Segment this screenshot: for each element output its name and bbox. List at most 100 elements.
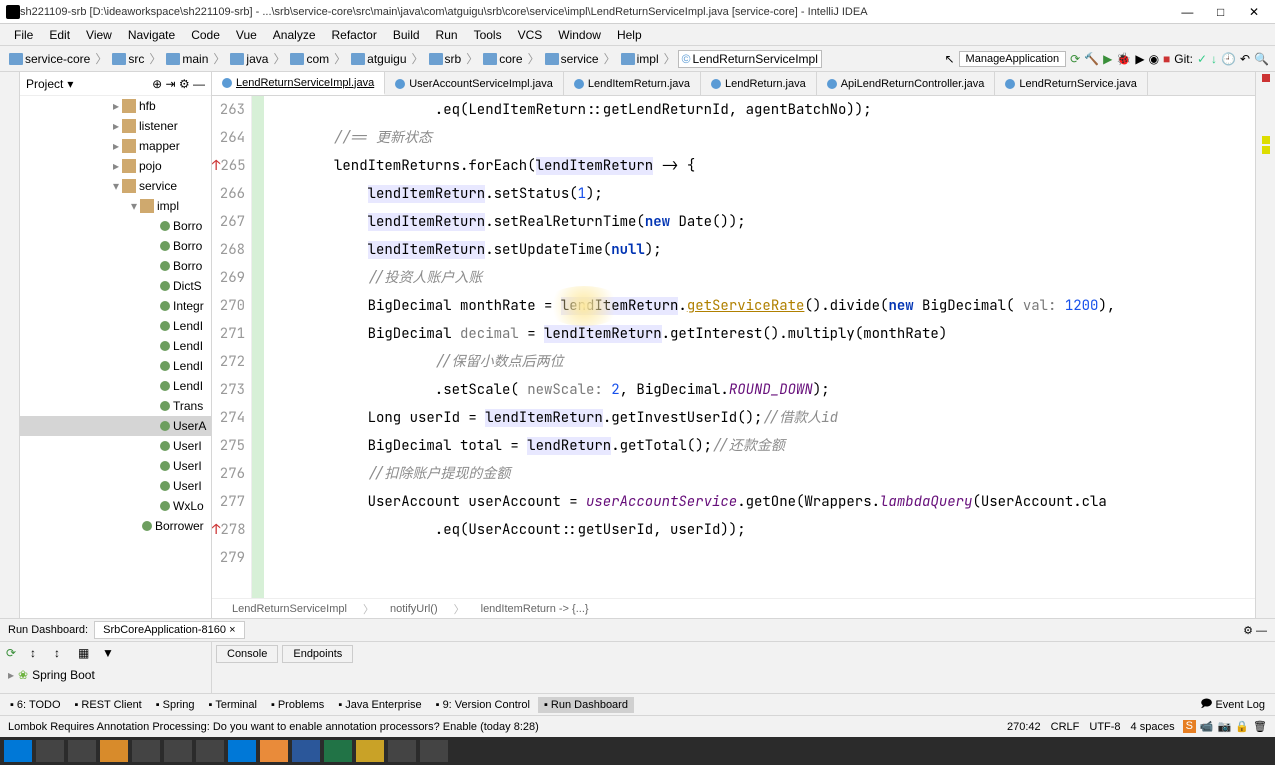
editor-tab[interactable]: LendReturnServiceImpl.java xyxy=(212,72,385,95)
rerun-icon[interactable]: ⟳ xyxy=(6,646,22,662)
tree-up-icon[interactable]: ↕ xyxy=(30,646,46,662)
tool-window-button[interactable]: ▪Spring xyxy=(150,697,201,713)
menu-tools[interactable]: Tools xyxy=(466,26,510,44)
breadcrumb-item[interactable]: impl xyxy=(618,51,662,67)
vcs-commit-icon[interactable]: ↓ xyxy=(1211,52,1217,66)
tree-class[interactable]: Borrower xyxy=(20,516,211,536)
gutter[interactable]: 263264↑265266267268269270271272273274275… xyxy=(212,96,252,598)
breadcrumb-item[interactable]: core xyxy=(480,51,525,67)
structure-breadcrumb[interactable]: notifyUrl() xyxy=(390,603,438,615)
tree-folder[interactable]: ▸mapper xyxy=(20,136,211,156)
hide-icon[interactable]: — xyxy=(193,77,205,91)
tool-window-button[interactable]: ▪Terminal xyxy=(202,697,262,713)
taskbar-app[interactable] xyxy=(420,740,448,762)
gear-icon[interactable]: ⚙ xyxy=(179,77,190,91)
run-config-selector[interactable]: ManageApplication xyxy=(959,51,1067,67)
maximize-button[interactable]: □ xyxy=(1206,5,1236,19)
editor-breadcrumb[interactable]: LendReturnServiceImpl〉notifyUrl()〉lendIt… xyxy=(212,598,1255,618)
profile-icon[interactable]: ◉ xyxy=(1149,52,1159,66)
tool-window-button[interactable]: ▪9: Version Control xyxy=(430,697,536,713)
structure-breadcrumb[interactable]: lendItemReturn -> {...} xyxy=(481,603,589,615)
nav-back-icon[interactable]: ↖ xyxy=(944,52,954,66)
taskbar-app[interactable] xyxy=(388,740,416,762)
status-indicator[interactable]: UTF-8 xyxy=(1089,721,1120,733)
vcs-history-icon[interactable]: 🕘 xyxy=(1221,52,1236,66)
tree-folder[interactable]: ▸hfb xyxy=(20,96,211,116)
menu-vcs[interactable]: VCS xyxy=(510,26,551,44)
coverage-icon[interactable]: ▶ xyxy=(1135,52,1144,66)
stop-icon[interactable]: ■ xyxy=(1163,52,1170,66)
tree-folder[interactable]: ▾service xyxy=(20,176,211,196)
editor-tab[interactable]: LendReturnService.java xyxy=(995,72,1147,95)
dashboard-tab-console[interactable]: Console xyxy=(216,645,278,663)
breadcrumb-item[interactable]: ©LendReturnServiceImpl xyxy=(678,50,822,68)
tree-class[interactable]: Borro xyxy=(20,236,211,256)
tree-class[interactable]: UserA xyxy=(20,416,211,436)
tree-class[interactable]: WxLo xyxy=(20,496,211,516)
tree-class[interactable]: LendI xyxy=(20,316,211,336)
search-button[interactable] xyxy=(36,740,64,762)
tool-window-button[interactable]: ▪Problems xyxy=(265,697,330,713)
project-header[interactable]: Project ▾ ⊕ ⇥ ⚙ — xyxy=(20,72,211,96)
editor-tab[interactable]: UserAccountServiceImpl.java xyxy=(385,72,564,95)
vcs-revert-icon[interactable]: ↶ xyxy=(1240,52,1250,66)
status-message[interactable]: Lombok Requires Annotation Processing: D… xyxy=(8,721,539,733)
left-tool-strip[interactable] xyxy=(0,72,20,618)
chevron-down-icon[interactable]: ▾ xyxy=(67,77,73,91)
run-icon[interactable]: ▶ xyxy=(1103,52,1112,66)
tree-folder[interactable]: ▾impl xyxy=(20,196,211,216)
tool-window-button[interactable]: ▪6: TODO xyxy=(4,697,67,713)
close-button[interactable]: ✕ xyxy=(1239,5,1269,19)
breadcrumb-item[interactable]: com xyxy=(287,51,332,67)
search-icon[interactable]: 🔍 xyxy=(1254,52,1269,66)
hide-icon[interactable]: — xyxy=(1256,625,1267,637)
taskbar-app[interactable] xyxy=(356,740,384,762)
tree-class[interactable]: Trans xyxy=(20,396,211,416)
tree-class[interactable]: UserI xyxy=(20,476,211,496)
breadcrumb-item[interactable]: java xyxy=(227,51,271,67)
code-content[interactable]: .eq(LendItemReturn::getLendReturnId, age… xyxy=(264,96,1255,598)
menu-help[interactable]: Help xyxy=(609,26,650,44)
target-icon[interactable]: ⊕ xyxy=(152,77,162,91)
tree-folder[interactable]: ▸pojo xyxy=(20,156,211,176)
tree-class[interactable]: Integr xyxy=(20,296,211,316)
breadcrumb-item[interactable]: srb xyxy=(426,51,465,67)
breadcrumb-item[interactable]: service xyxy=(542,51,602,67)
breadcrumb-item[interactable]: service-core xyxy=(6,51,93,67)
collapse-icon[interactable]: ⇥ xyxy=(165,77,175,91)
taskbar-app[interactable] xyxy=(164,740,192,762)
cam-icon[interactable]: 📷 xyxy=(1218,720,1232,733)
vcs-update-icon[interactable]: ✓ xyxy=(1197,52,1207,66)
lock-icon[interactable]: 🔒 xyxy=(1235,720,1249,733)
tree-class[interactable]: Borro xyxy=(20,256,211,276)
breadcrumb-item[interactable]: atguigu xyxy=(348,51,409,67)
grid-icon[interactable]: ▦ xyxy=(78,646,94,662)
breadcrumb-item[interactable]: main xyxy=(163,51,211,67)
tree-class[interactable]: LendI xyxy=(20,336,211,356)
taskbar-app[interactable] xyxy=(292,740,320,762)
tool-window-button[interactable]: ▪Java Enterprise xyxy=(332,697,427,713)
taskbar-app[interactable] xyxy=(324,740,352,762)
menu-vue[interactable]: Vue xyxy=(228,26,265,44)
tree-class[interactable]: LendI xyxy=(20,356,211,376)
tree-class[interactable]: LendI xyxy=(20,376,211,396)
filter-icon[interactable]: ▼ xyxy=(102,646,118,662)
taskbar-app[interactable] xyxy=(100,740,128,762)
menu-window[interactable]: Window xyxy=(550,26,609,44)
menu-view[interactable]: View xyxy=(78,26,120,44)
breadcrumb-item[interactable]: src xyxy=(109,51,147,67)
tree-down-icon[interactable]: ↕ xyxy=(54,646,70,662)
structure-breadcrumb[interactable]: LendReturnServiceImpl xyxy=(232,603,347,615)
menu-file[interactable]: File xyxy=(6,26,41,44)
start-button[interactable] xyxy=(4,740,32,762)
run-config-node[interactable]: ▸ ❀ Spring Boot xyxy=(0,666,211,684)
status-indicator[interactable]: 270:42 xyxy=(1007,721,1041,733)
record-icon[interactable]: 📹 xyxy=(1200,720,1214,733)
menu-run[interactable]: Run xyxy=(428,26,466,44)
tool-window-button[interactable]: ▪REST Client xyxy=(69,697,148,713)
trash-icon[interactable]: 🗑 xyxy=(1253,720,1267,733)
tree-class[interactable]: UserI xyxy=(20,456,211,476)
build-icon[interactable]: 🔨 xyxy=(1084,52,1099,66)
gear-icon[interactable]: ⚙ xyxy=(1243,625,1253,637)
code-editor[interactable]: 263264↑265266267268269270271272273274275… xyxy=(212,96,1255,598)
